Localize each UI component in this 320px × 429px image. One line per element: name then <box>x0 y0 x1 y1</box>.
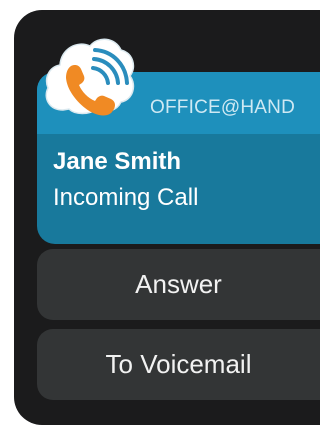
call-status-label: Incoming Call <box>53 184 199 211</box>
cloud-phone-icon <box>45 38 135 116</box>
answer-button[interactable]: Answer <box>37 249 320 320</box>
to-voicemail-button[interactable]: To Voicemail <box>37 329 320 400</box>
app-name-label: OFFICE@HAND <box>150 97 295 118</box>
caller-name: Jane Smith <box>53 148 182 175</box>
to-voicemail-button-label: To Voicemail <box>105 349 252 379</box>
answer-button-label: Answer <box>135 269 222 299</box>
